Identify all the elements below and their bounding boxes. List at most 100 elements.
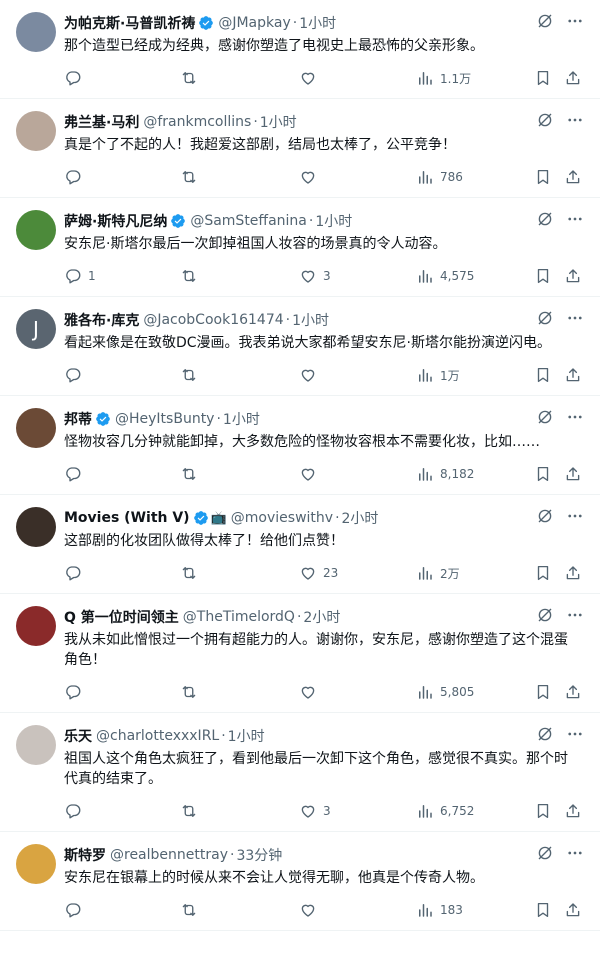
views-button[interactable]: 183 <box>416 901 463 919</box>
bookmark-button[interactable] <box>534 802 552 820</box>
timestamp[interactable]: 33分钟 <box>236 845 282 865</box>
bookmark-button[interactable] <box>534 564 552 582</box>
views-button[interactable]: 2万 <box>416 564 460 582</box>
share-button[interactable] <box>564 802 582 820</box>
like-button[interactable]: 3 <box>299 267 331 285</box>
bookmark-button[interactable] <box>534 366 552 384</box>
views-button[interactable]: 1.1万 <box>416 69 471 87</box>
display-name[interactable]: 弗兰基·马利 <box>64 112 139 132</box>
grok-icon[interactable] <box>536 309 554 331</box>
share-button[interactable] <box>564 683 582 701</box>
reply-tweet[interactable]: 萨姆·斯特凡尼纳 @SamSteffanina · 1小时 安东尼·斯塔尔最后一… <box>0 198 600 297</box>
views-button[interactable]: 1万 <box>416 366 460 384</box>
timestamp[interactable]: 1小时 <box>292 310 329 330</box>
like-button[interactable] <box>299 168 323 186</box>
display-name[interactable]: Movies (With V) <box>64 510 190 526</box>
bookmark-button[interactable] <box>534 465 552 483</box>
like-button[interactable] <box>299 69 323 87</box>
reply-tweet[interactable]: 弗兰基·马利 @frankmcollins · 1小时 真是个了不起的人！我超爱… <box>0 99 600 198</box>
timestamp[interactable]: 1小时 <box>260 112 297 132</box>
more-icon[interactable] <box>566 12 584 34</box>
user-handle[interactable]: @charlottexxxIRL <box>96 728 219 744</box>
reply-button[interactable] <box>64 69 88 87</box>
timestamp[interactable]: 1小时 <box>228 726 265 746</box>
avatar[interactable] <box>16 606 56 646</box>
more-icon[interactable] <box>566 844 584 866</box>
display-name[interactable]: 斯特罗 <box>64 845 106 865</box>
display-name[interactable]: 雅各布·库克 <box>64 310 139 330</box>
share-button[interactable] <box>564 168 582 186</box>
reply-tweet[interactable]: 斯特罗 @realbennettray · 33分钟 安东尼在银幕上的时候从来不… <box>0 832 600 931</box>
user-handle[interactable]: @HeyItsBunty <box>115 411 214 427</box>
avatar[interactable] <box>16 210 56 250</box>
reply-button[interactable]: 1 <box>64 267 96 285</box>
user-handle[interactable]: @frankmcollins <box>143 114 251 130</box>
user-handle[interactable]: @JMapkay <box>218 15 290 31</box>
views-button[interactable]: 8,182 <box>416 465 474 483</box>
more-icon[interactable] <box>566 309 584 331</box>
views-button[interactable]: 4,575 <box>416 267 474 285</box>
avatar[interactable] <box>16 12 56 52</box>
more-icon[interactable] <box>566 507 584 529</box>
like-button[interactable]: 23 <box>299 564 338 582</box>
user-handle[interactable]: @JacobCook161474 <box>143 312 283 328</box>
avatar[interactable] <box>16 844 56 884</box>
reply-button[interactable] <box>64 802 88 820</box>
retweet-button[interactable] <box>180 901 204 919</box>
bookmark-button[interactable] <box>534 901 552 919</box>
retweet-button[interactable] <box>180 683 204 701</box>
retweet-button[interactable] <box>180 564 204 582</box>
avatar[interactable] <box>16 507 56 547</box>
share-button[interactable] <box>564 901 582 919</box>
timestamp[interactable]: 1小时 <box>299 13 336 33</box>
reply-button[interactable] <box>64 168 88 186</box>
share-button[interactable] <box>564 267 582 285</box>
bookmark-button[interactable] <box>534 69 552 87</box>
grok-icon[interactable] <box>536 844 554 866</box>
more-icon[interactable] <box>566 725 584 747</box>
reply-tweet[interactable]: J 雅各布·库克 @JacobCook161474 · 1小时 看起来像是在致敬… <box>0 297 600 396</box>
retweet-button[interactable] <box>180 168 204 186</box>
timestamp[interactable]: 2小时 <box>303 607 340 627</box>
more-icon[interactable] <box>566 111 584 133</box>
share-button[interactable] <box>564 465 582 483</box>
avatar[interactable] <box>16 725 56 765</box>
share-button[interactable] <box>564 69 582 87</box>
grok-icon[interactable] <box>536 210 554 232</box>
user-handle[interactable]: @TheTimelordQ <box>183 609 295 625</box>
like-button[interactable]: 3 <box>299 802 331 820</box>
display-name[interactable]: 乐天 <box>64 726 92 746</box>
more-icon[interactable] <box>566 210 584 232</box>
bookmark-button[interactable] <box>534 168 552 186</box>
user-handle[interactable]: @SamSteffanina <box>190 213 307 229</box>
retweet-button[interactable] <box>180 69 204 87</box>
timestamp[interactable]: 1小时 <box>223 409 260 429</box>
timestamp[interactable]: 2小时 <box>342 508 379 528</box>
like-button[interactable] <box>299 366 323 384</box>
retweet-button[interactable] <box>180 802 204 820</box>
display-name[interactable]: 为帕克斯·马普凯祈祷 <box>64 13 195 33</box>
retweet-button[interactable] <box>180 267 204 285</box>
reply-tweet[interactable]: 乐天 @charlottexxxIRL · 1小时 祖国人这个角色太疯狂了，看到… <box>0 713 600 832</box>
grok-icon[interactable] <box>536 111 554 133</box>
views-button[interactable]: 6,752 <box>416 802 474 820</box>
grok-icon[interactable] <box>536 507 554 529</box>
retweet-button[interactable] <box>180 366 204 384</box>
grok-icon[interactable] <box>536 725 554 747</box>
user-handle[interactable]: @movieswithv <box>231 510 333 526</box>
avatar[interactable] <box>16 111 56 151</box>
like-button[interactable] <box>299 683 323 701</box>
more-icon[interactable] <box>566 408 584 430</box>
user-handle[interactable]: @realbennettray <box>110 847 228 863</box>
reply-tweet[interactable]: Q 第一位时间领主 @TheTimelordQ · 2小时 我从未如此憎恨过一个… <box>0 594 600 713</box>
more-icon[interactable] <box>566 606 584 628</box>
display-name[interactable]: 萨姆·斯特凡尼纳 <box>64 211 167 231</box>
share-button[interactable] <box>564 366 582 384</box>
display-name[interactable]: 邦蒂 <box>64 409 92 429</box>
reply-tweet[interactable]: 邦蒂 @HeyItsBunty · 1小时 怪物妆容几分钟就能卸掉，大多数危险的… <box>0 396 600 495</box>
share-button[interactable] <box>564 564 582 582</box>
display-name[interactable]: Q 第一位时间领主 <box>64 607 179 627</box>
reply-button[interactable] <box>64 465 88 483</box>
grok-icon[interactable] <box>536 606 554 628</box>
avatar[interactable] <box>16 408 56 448</box>
